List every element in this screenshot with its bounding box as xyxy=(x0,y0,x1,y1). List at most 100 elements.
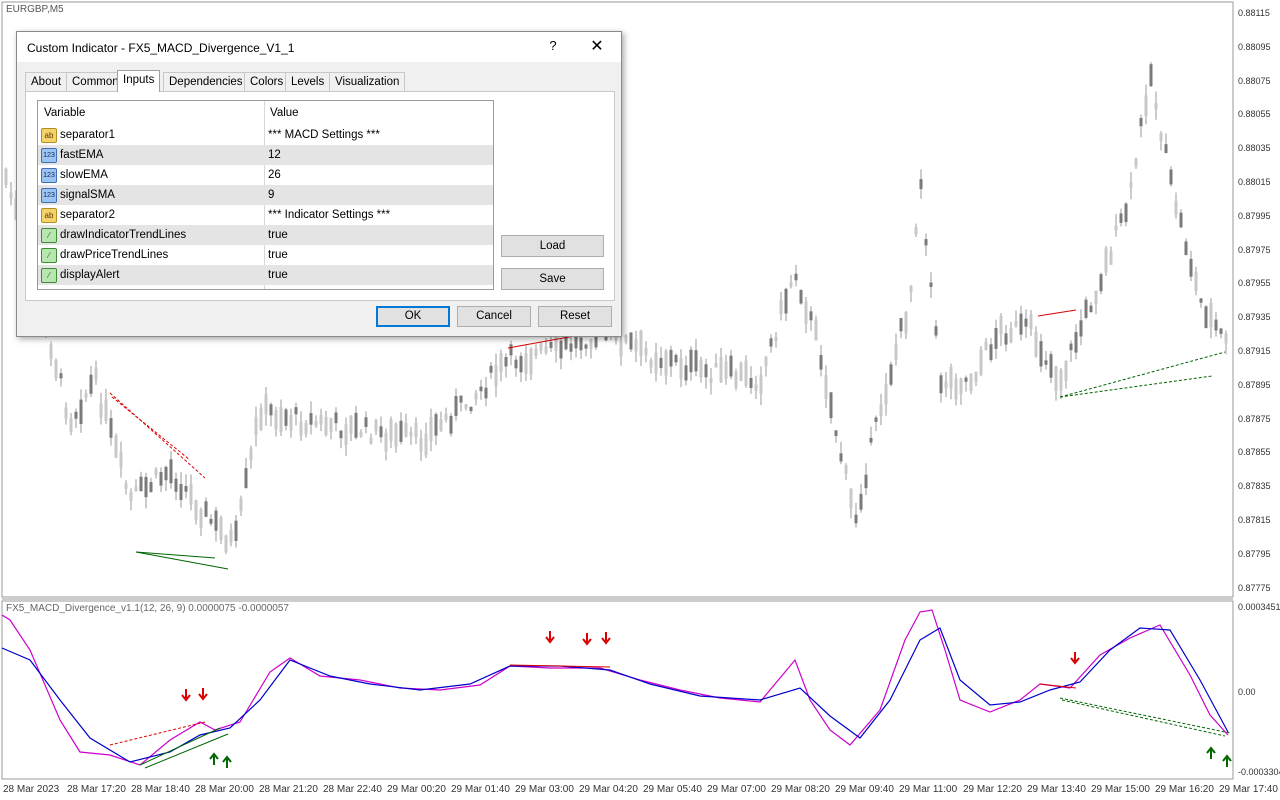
input-row[interactable]: ⁄ drawPriceTrendLines true xyxy=(38,245,493,265)
save-button[interactable]: Save xyxy=(501,268,604,290)
price-tick-label: 0.88115 xyxy=(1238,8,1270,18)
candle-body xyxy=(439,419,443,431)
candle-body xyxy=(959,379,963,395)
input-value[interactable]: true xyxy=(268,269,288,281)
candle-body xyxy=(689,349,693,373)
input-row[interactable]: 123 fastEMA 12 xyxy=(38,145,493,165)
price-tick-label: 0.87855 xyxy=(1238,447,1271,458)
candle-body xyxy=(1204,306,1208,329)
input-row[interactable]: ⁄ drawIndicatorTrendLines true xyxy=(38,225,493,245)
input-value[interactable]: 26 xyxy=(268,169,281,181)
candle-body xyxy=(1224,333,1228,344)
time-tick-label: 28 Mar 2023 xyxy=(3,784,60,795)
tab-about[interactable]: About xyxy=(25,72,68,91)
candle-body xyxy=(654,352,658,374)
tab-colors[interactable]: Colors xyxy=(244,72,290,91)
help-button[interactable]: ? xyxy=(543,38,563,56)
candle-body xyxy=(879,404,883,417)
bull-divergence-line xyxy=(135,551,229,570)
candle-body xyxy=(494,365,498,387)
candle-body xyxy=(144,476,148,498)
load-button[interactable]: Load xyxy=(501,235,604,257)
candle-body xyxy=(589,339,593,350)
candle-body xyxy=(694,350,698,372)
candle-body xyxy=(634,338,638,352)
candle-body xyxy=(1209,302,1213,328)
candle-body xyxy=(754,384,758,391)
time-tick-label: 29 Mar 15:00 xyxy=(1091,784,1150,795)
candle-body xyxy=(404,422,408,437)
bear-divergence-line xyxy=(111,396,191,461)
header-variable[interactable]: Variable xyxy=(44,107,85,119)
candle-body xyxy=(684,365,688,381)
candle-body xyxy=(934,326,938,336)
candle-body xyxy=(1194,271,1198,292)
buy-arrow-icon xyxy=(1206,746,1216,759)
close-button[interactable]: ✕ xyxy=(585,36,609,56)
candle-body xyxy=(419,438,423,452)
tab-dependencies[interactable]: Dependencies xyxy=(163,72,249,91)
input-value[interactable]: *** MACD Settings *** xyxy=(268,129,380,141)
candle-body xyxy=(444,413,448,420)
candle-body xyxy=(304,422,308,435)
candle-body xyxy=(1099,274,1103,292)
candle-body xyxy=(664,351,668,376)
candle-body xyxy=(999,315,1003,335)
candle-body xyxy=(899,318,903,332)
time-tick-label: 28 Mar 17:20 xyxy=(67,784,126,795)
indicator-pane xyxy=(1,600,1234,780)
sell-arrow-icon xyxy=(198,688,208,701)
input-row[interactable]: ab separator2 *** Indicator Settings *** xyxy=(38,205,493,225)
input-row[interactable]: ab separator1 *** MACD Settings *** xyxy=(38,125,493,145)
candle-body xyxy=(859,493,863,510)
input-value[interactable]: true xyxy=(268,229,288,241)
string-icon: ab xyxy=(41,128,57,143)
candle-body xyxy=(1164,144,1168,154)
input-row[interactable]: 123 slowEMA 26 xyxy=(38,165,493,185)
tab-visualization[interactable]: Visualization xyxy=(329,72,406,91)
header-value[interactable]: Value xyxy=(270,107,299,119)
candle-body xyxy=(869,437,873,443)
candle-body xyxy=(514,359,518,369)
candle-body xyxy=(204,501,208,517)
candle-body xyxy=(164,466,168,481)
candle-body xyxy=(1114,225,1118,231)
candle-body xyxy=(454,396,458,416)
candle-body xyxy=(214,510,218,531)
candle-body xyxy=(1014,321,1018,327)
candle-body xyxy=(849,488,853,508)
candle-body xyxy=(824,375,828,399)
time-tick-label: 29 Mar 17:40 xyxy=(1219,784,1278,795)
candle-body xyxy=(464,404,468,409)
input-row[interactable]: ⁄ displayAlert true xyxy=(38,265,493,285)
price-tick-label: 0.87775 xyxy=(1238,582,1271,593)
tab-common[interactable]: Common xyxy=(66,72,125,91)
bear-divergence-line xyxy=(1037,309,1077,317)
candle-body xyxy=(239,498,243,512)
input-row[interactable]: 123 signalSMA 9 xyxy=(38,185,493,205)
candle-body xyxy=(1109,251,1113,265)
cancel-button[interactable]: Cancel xyxy=(457,306,531,327)
time-tick-label: 29 Mar 03:00 xyxy=(515,784,574,795)
input-value[interactable]: 9 xyxy=(268,189,274,201)
candle-body xyxy=(509,344,513,356)
price-tick-label: 0.88095 xyxy=(1238,41,1271,52)
reset-button[interactable]: Reset xyxy=(538,306,612,327)
candle-body xyxy=(254,417,258,436)
ok-button[interactable]: OK xyxy=(376,306,450,327)
candle-body xyxy=(854,514,858,524)
candle-body xyxy=(359,432,363,437)
input-value[interactable]: *** Indicator Settings *** xyxy=(268,209,390,221)
candle-body xyxy=(1179,212,1183,228)
tab-inputs[interactable]: Inputs xyxy=(117,70,161,92)
candle-body xyxy=(139,476,143,492)
candle-body xyxy=(399,420,403,442)
tab-levels[interactable]: Levels xyxy=(285,72,331,91)
candle-body xyxy=(769,338,773,347)
candle-body xyxy=(104,399,108,421)
input-value[interactable]: 12 xyxy=(268,149,281,161)
input-value[interactable]: true xyxy=(268,249,288,261)
dialog-titlebar[interactable]: Custom Indicator - FX5_MACD_Divergence_V… xyxy=(17,32,621,62)
candle-body xyxy=(764,357,768,367)
time-tick-label: 28 Mar 20:00 xyxy=(195,784,254,795)
